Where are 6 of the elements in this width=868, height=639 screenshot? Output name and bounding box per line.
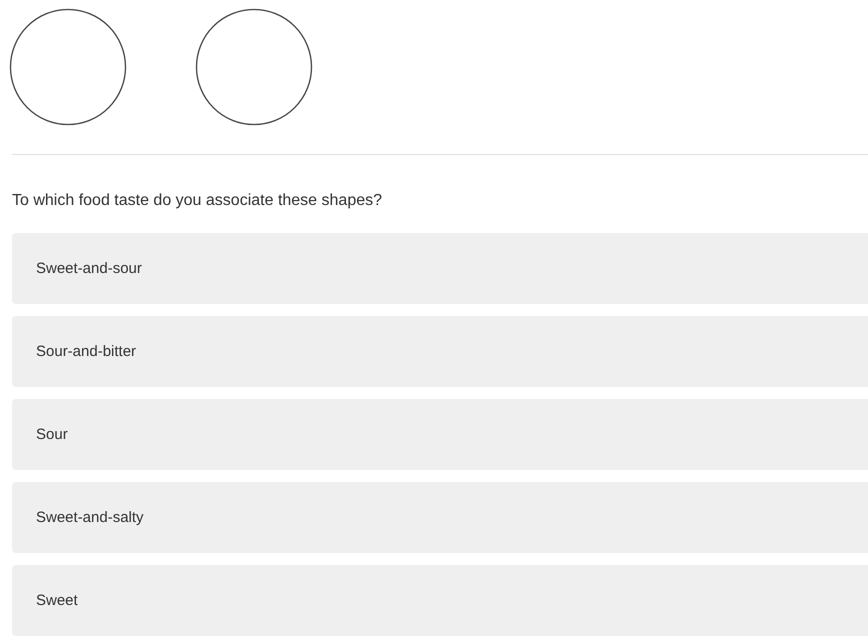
answer-option[interactable]: Sweet <box>12 565 868 636</box>
answer-option[interactable]: Sour <box>12 399 868 470</box>
question-text: To which food taste do you associate these shapes? <box>12 192 384 210</box>
answer-option[interactable]: Sweet-and-salty <box>12 482 868 553</box>
answer-option[interactable]: Sour-and-bitter <box>12 316 868 387</box>
answer-option[interactable]: Sweet-and-sour <box>12 233 868 304</box>
